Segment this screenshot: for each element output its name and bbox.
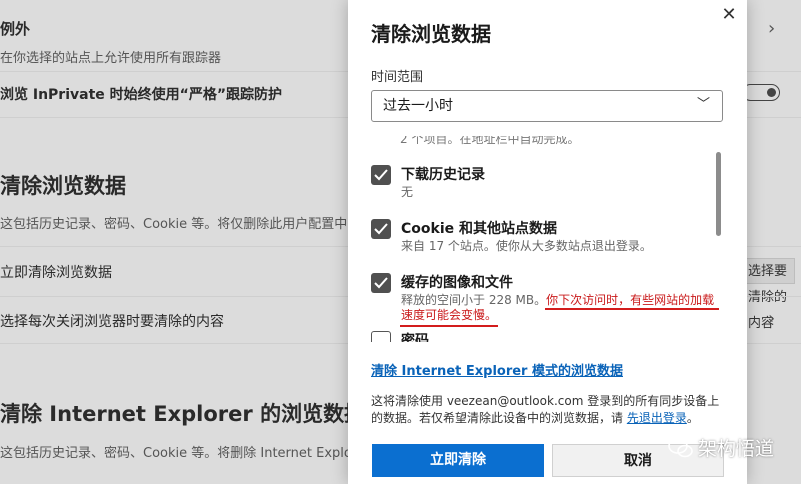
sync-note: 这将清除使用 veezean@outlook.com 登录到的所有同步设备上的数…: [371, 393, 723, 427]
clear-browsing-dialog: 清除浏览数据 ✕ 时间范围 过去一小时 ﹀ 2 个项目。在地址栏中自动完成。 下…: [348, 0, 747, 484]
chevron-right-icon[interactable]: ›: [768, 18, 775, 39]
wechat-logo-icon: [668, 438, 693, 458]
data-type-list: 2 个项目。在地址栏中自动完成。 下载历史记录 无 Cookie 和其他站点数据…: [348, 128, 747, 342]
ie-clear-heading: 清除 Internet Explorer 的浏览数据: [0, 402, 366, 426]
watermark-text: 架构悟道: [698, 438, 775, 460]
item-name: Cookie 和其他站点数据: [401, 221, 557, 237]
time-range-label: 时间范围: [371, 70, 424, 85]
item-name: 缓存的图像和文件: [401, 275, 513, 291]
item-desc-highlight-2: 速度可能会变慢。: [401, 308, 498, 322]
clear-on-close-row[interactable]: 选择每次关闭浏览器时要清除的内容: [0, 311, 224, 331]
checkbox-checked-icon[interactable]: [371, 165, 391, 185]
chevron-down-icon: ﹀: [696, 97, 710, 112]
item-name: 下载历史记录: [401, 167, 485, 183]
annotation-underline: [400, 325, 498, 327]
item-desc-highlight: 你下次访问时，有些网站的加载: [546, 293, 715, 307]
dialog-title: 清除浏览数据: [371, 22, 491, 46]
time-range-value: 过去一小时: [383, 98, 453, 114]
checkbox-checked-icon[interactable]: [371, 219, 391, 239]
time-range-select[interactable]: 过去一小时 ﹀: [371, 90, 723, 122]
item-name: 密码: [401, 333, 429, 342]
chevron-right-icon[interactable]: ›: [768, 308, 775, 329]
sync-note-end: 。: [686, 411, 699, 425]
clear-browsing-subtitle: 这包括历史记录、密码、Cookie 等。将仅删除此用户配置中的数据。: [0, 217, 400, 232]
clear-now-row: 立即清除浏览数据: [0, 265, 112, 281]
exceptions-title[interactable]: 例外: [0, 18, 30, 39]
list-scrollbar[interactable]: [716, 152, 721, 236]
sign-out-link[interactable]: 先退出登录: [627, 411, 687, 425]
truncated-item-desc: 2 个项目。在地址栏中自动完成。: [400, 132, 580, 146]
item-desc-plain: 释放的空间小于 228 MB。: [401, 293, 547, 307]
ie-mode-clear-link[interactable]: 清除 Internet Explorer 模式的浏览数据: [371, 360, 623, 379]
checkbox-checked-icon[interactable]: [371, 273, 391, 293]
item-desc: 无: [401, 185, 414, 199]
checkbox-unchecked-icon[interactable]: [371, 331, 391, 342]
inprivate-strict-row: 浏览 InPrivate 时始终使用“严格”跟踪防护: [0, 87, 283, 103]
exceptions-subtitle: 在你选择的站点上允许使用所有跟踪器: [0, 51, 222, 66]
clear-browsing-heading: 清除浏览数据: [0, 174, 126, 198]
close-icon[interactable]: ✕: [719, 5, 739, 25]
clear-now-button[interactable]: 立即清除: [372, 444, 544, 477]
item-desc: 来自 17 个站点。使你从大多数站点退出登录。: [401, 239, 652, 253]
annotation-underline: [545, 308, 719, 310]
inprivate-strict-toggle[interactable]: [742, 84, 780, 101]
